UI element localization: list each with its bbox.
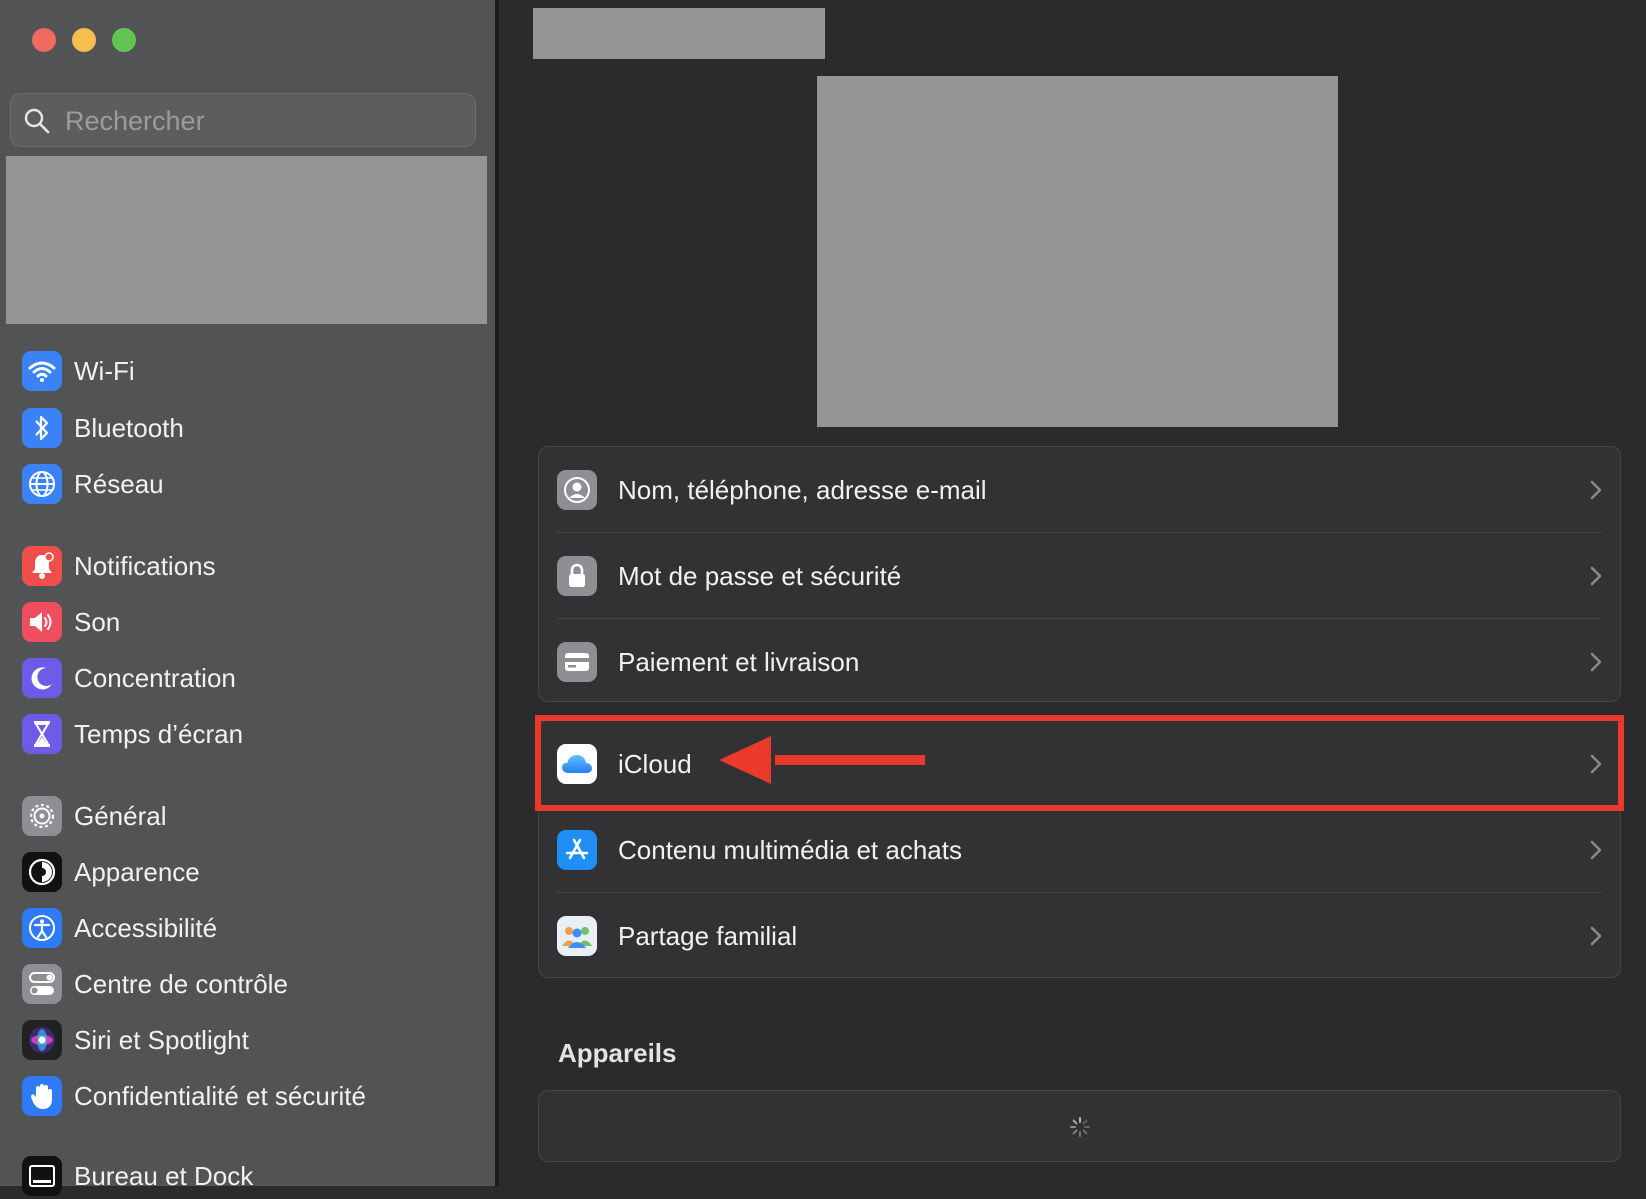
- devices-heading: Appareils: [558, 1038, 677, 1068]
- sidebar-divider: [495, 0, 499, 1186]
- sidebar-item-label: Centre de contrôle: [74, 968, 288, 999]
- person-circle-icon: [557, 470, 597, 510]
- chevron-right-icon: [1590, 652, 1602, 672]
- maximize-window-button[interactable]: [112, 28, 136, 52]
- sidebar-item-label: Apparence: [74, 856, 200, 887]
- sidebar-item-control-center[interactable]: Centre de contrôle: [22, 961, 482, 1007]
- sidebar-item-label: Temps d’écran: [74, 718, 244, 749]
- sidebar-item-accessibility[interactable]: Accessibilité: [22, 905, 482, 951]
- bell-icon: [22, 546, 62, 586]
- gear-icon: [22, 796, 62, 836]
- sidebar-item-label: Bureau et Dock: [74, 1160, 254, 1191]
- chevron-right-icon: [1590, 840, 1602, 860]
- chevron-right-icon: [1590, 480, 1602, 500]
- sidebar-item-label: Concentration: [74, 662, 236, 693]
- row-payment-shipping[interactable]: Paiement et livraison: [539, 619, 1620, 705]
- sidebar-item-label: Wi-Fi: [74, 355, 135, 386]
- moon-icon: [22, 658, 62, 698]
- sidebar-item-network[interactable]: Réseau: [22, 461, 482, 507]
- sidebar: Wi-Fi Bluetooth Réseau: [0, 0, 495, 1196]
- annotation-arrow: [719, 736, 925, 784]
- row-label: Partage familial: [618, 920, 798, 951]
- search-field[interactable]: [10, 93, 476, 147]
- control-center-icon: [22, 964, 62, 1004]
- hand-icon: [22, 1076, 62, 1116]
- accessibility-icon: [22, 908, 62, 948]
- credit-card-icon: [557, 642, 597, 682]
- row-label: Nom, téléphone, adresse e-mail: [618, 474, 987, 505]
- sidebar-item-notifications[interactable]: Notifications: [22, 543, 482, 589]
- dock-icon: [22, 1156, 62, 1196]
- devices-list: [538, 1090, 1621, 1162]
- profile-card-redacted[interactable]: [6, 156, 487, 324]
- app-store-icon: [557, 830, 597, 870]
- row-name-phone-email[interactable]: Nom, téléphone, adresse e-mail: [539, 447, 1620, 533]
- sidebar-item-label: Accessibilité: [74, 912, 218, 943]
- sidebar-item-siri-spotlight[interactable]: Siri et Spotlight: [22, 1017, 482, 1063]
- sidebar-item-wifi[interactable]: Wi-Fi: [22, 348, 482, 394]
- sidebar-item-bluetooth[interactable]: Bluetooth: [22, 405, 482, 451]
- sidebar-item-label: Notifications: [74, 550, 216, 581]
- appearance-icon: [22, 852, 62, 892]
- sidebar-item-label: Général: [74, 800, 167, 831]
- sidebar-item-sound[interactable]: Son: [22, 599, 482, 645]
- search-input[interactable]: [63, 102, 467, 140]
- sidebar-item-screen-time[interactable]: Temps d’écran: [22, 711, 482, 757]
- sidebar-item-appearance[interactable]: Apparence: [22, 849, 482, 895]
- row-label: Paiement et livraison: [618, 646, 860, 677]
- family-icon: [557, 916, 597, 956]
- wifi-icon: [22, 351, 62, 391]
- chevron-right-icon: [1590, 926, 1602, 946]
- sidebar-item-label: Confidentialité et sécurité: [74, 1080, 366, 1111]
- sidebar-item-label: Siri et Spotlight: [74, 1024, 249, 1055]
- sidebar-item-label: Réseau: [74, 468, 164, 499]
- close-window-button[interactable]: [32, 28, 56, 52]
- sidebar-item-general[interactable]: Général: [22, 793, 482, 839]
- row-family-sharing[interactable]: Partage familial: [539, 893, 1620, 979]
- globe-icon: [22, 464, 62, 504]
- sidebar-item-focus[interactable]: Concentration: [22, 655, 482, 701]
- annotation-highlight-box: [535, 715, 1624, 811]
- sidebar-item-label: Bluetooth: [74, 412, 184, 443]
- sidebar-item-privacy-security[interactable]: Confidentialité et sécurité: [22, 1073, 482, 1119]
- page-title-redacted: [533, 8, 825, 59]
- speaker-icon: [22, 602, 62, 642]
- row-media-purchases[interactable]: Contenu multimédia et achats: [539, 807, 1620, 893]
- lock-icon: [557, 556, 597, 596]
- loading-spinner-icon: [1070, 1117, 1090, 1137]
- account-settings-group: Nom, téléphone, adresse e-mail Mot de pa…: [538, 446, 1621, 702]
- chevron-right-icon: [1590, 566, 1602, 586]
- minimize-window-button[interactable]: [72, 28, 96, 52]
- row-password-security[interactable]: Mot de passe et sécurité: [539, 533, 1620, 619]
- sidebar-item-desktop-dock[interactable]: Bureau et Dock: [22, 1153, 482, 1199]
- account-avatar-redacted: [817, 76, 1338, 427]
- sidebar-item-label: Son: [74, 606, 121, 637]
- search-icon: [24, 108, 50, 134]
- row-label: Contenu multimédia et achats: [618, 834, 962, 865]
- bluetooth-icon: [22, 408, 62, 448]
- hourglass-icon: [22, 714, 62, 754]
- row-label: Mot de passe et sécurité: [618, 560, 902, 591]
- siri-icon: [22, 1020, 62, 1060]
